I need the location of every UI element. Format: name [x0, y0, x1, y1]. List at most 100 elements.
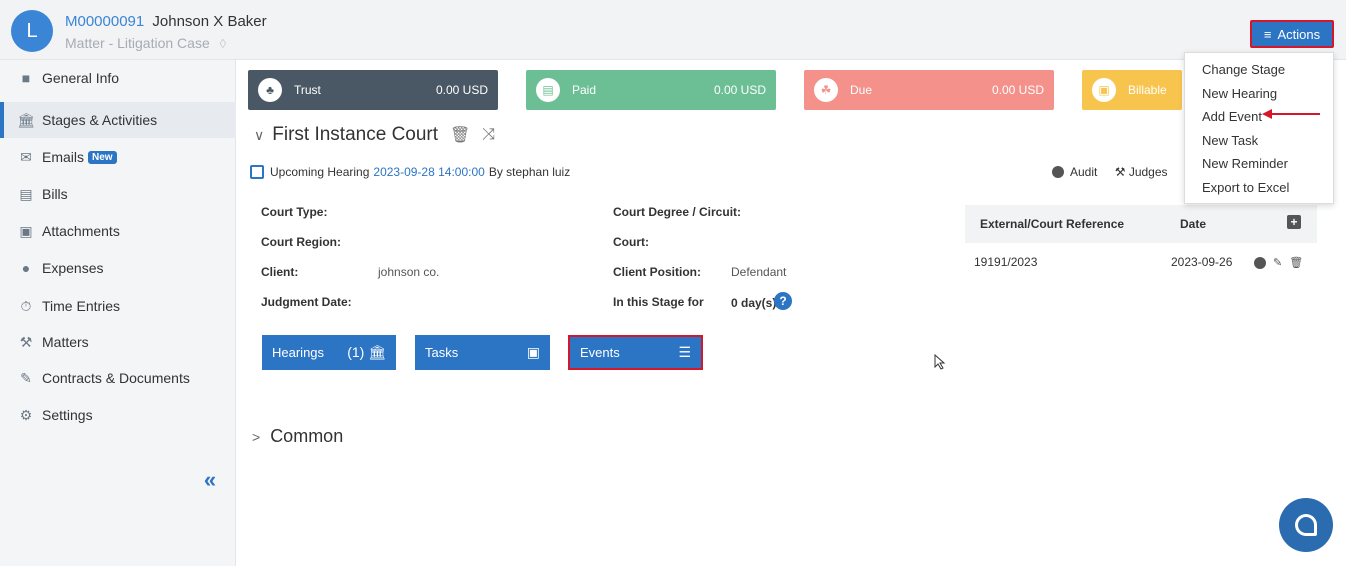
gavel-icon: ⚒ [1114, 165, 1126, 179]
hearing-date-link[interactable]: 2023-09-28 14:00:00 [373, 165, 484, 179]
sidebar-item-label: Stages & Activities [42, 112, 158, 128]
court-degree-label: Court Degree / Circuit: [613, 205, 742, 219]
trust-label: Trust [294, 83, 321, 97]
judgment-date-label: Judgment Date: [261, 295, 352, 309]
menu-item-new-task[interactable]: New Task [1202, 133, 1258, 148]
actions-dropdown-menu: Change Stage New Hearing Add Event New T… [1184, 52, 1334, 204]
matter-name: Johnson X Baker [152, 13, 267, 30]
billable-card[interactable]: ▣ Billable [1082, 70, 1182, 110]
events-button[interactable]: Events ☰ [568, 335, 703, 370]
sidebar-item-stages-activities[interactable]: 🏛 Stages & Activities [0, 102, 236, 138]
tasks-button[interactable]: Tasks ▣ [415, 335, 550, 370]
matter-id[interactable]: M00000091 [65, 13, 144, 30]
trash-icon[interactable]: 🗑 [450, 125, 470, 145]
collapse-sidebar-button[interactable]: « [196, 466, 224, 494]
sidebar-item-label: Contracts & Documents [42, 370, 190, 386]
shuffle-icon[interactable]: ⤨ [482, 126, 495, 144]
sidebar-item-matters[interactable]: ⚒ Matters [0, 324, 236, 360]
add-reference-icon[interactable]: + [1287, 215, 1301, 229]
info-icon [1052, 166, 1064, 178]
sidebar-item-expenses[interactable]: ● Expenses [0, 250, 236, 286]
sidebar-item-label: Bills [42, 186, 68, 202]
audit-link[interactable]: Audit [1070, 165, 1097, 179]
in-stage-value: 0 day(s) [731, 296, 777, 310]
matter-header: L M00000091 Johnson X Baker Matter - Lit… [0, 0, 1346, 60]
judges-link[interactable]: Judges [1129, 165, 1168, 179]
calendar-star-icon: ▣ [526, 344, 540, 360]
comment-icon[interactable] [1254, 256, 1266, 269]
paid-label: Paid [572, 83, 597, 97]
common-label: Common [270, 426, 344, 446]
chat-icon [1295, 514, 1317, 536]
sidebar-item-label: Emails [42, 149, 85, 165]
paid-amount: 0.00 USD [713, 83, 766, 97]
gear-icon: ⚙ [19, 406, 33, 423]
clipboard-icon: ☰ [678, 344, 691, 360]
court-region-label: Court Region: [261, 235, 341, 249]
stage-title: First Instance Court [272, 124, 439, 145]
chevron-down-icon[interactable]: ∨ [254, 127, 264, 144]
stopwatch-icon: ⏱ [20, 297, 32, 314]
sidebar-item-general-info[interactable]: ■ General Info [0, 60, 236, 96]
menu-item-new-hearing[interactable]: New Hearing [1202, 86, 1277, 101]
client-label: Client: [261, 265, 299, 279]
actions-label: Actions [1277, 26, 1321, 42]
menu-item-add-event[interactable]: Add Event [1202, 109, 1262, 124]
coin-icon: ● [21, 260, 31, 276]
due-label: Due [850, 83, 873, 97]
menu-item-change-stage[interactable]: Change Stage [1202, 62, 1285, 77]
new-badge: New [88, 150, 117, 164]
sidebar-item-label: Matters [42, 334, 89, 350]
sidebar-item-bills[interactable]: ▤ Bills [0, 176, 236, 212]
document-edit-icon: ✎ [20, 369, 32, 386]
hearings-button[interactable]: Hearings (1) 🏛 [262, 335, 396, 370]
due-card[interactable]: ☘ Due 0.00 USD [804, 70, 1054, 110]
red-arrow-annotation [1262, 109, 1320, 119]
in-stage-label: In this Stage for [613, 295, 704, 309]
references-table-header: External/Court Reference Date [965, 205, 1317, 243]
client-position-label: Client Position: [613, 265, 701, 279]
sidebar-item-label: Settings [42, 407, 93, 423]
client-value: johnson co. [378, 265, 440, 279]
billable-label: Billable [1128, 83, 1167, 97]
tasks-label: Tasks [425, 345, 459, 360]
sidebar-item-time-entries[interactable]: ⏱ Time Entries [0, 288, 236, 324]
matter-type: Matter - Litigation Case ◊ [65, 35, 226, 51]
tag-icon[interactable]: ◊ [220, 36, 226, 51]
sidebar-item-label: Time Entries [42, 298, 121, 314]
sidebar-item-contracts-documents[interactable]: ✎ Contracts & Documents [0, 360, 236, 396]
menu-item-export-excel[interactable]: Export to Excel [1202, 180, 1289, 195]
client-position-value: Defendant [731, 265, 787, 279]
matter-type-label: Matter - Litigation Case [65, 35, 210, 51]
sidebar-item-settings[interactable]: ⚙ Settings [0, 397, 236, 433]
briefcase-icon: ■ [21, 70, 31, 86]
edit-icon[interactable]: ✎ [1273, 256, 1282, 269]
trust-amount: 0.00 USD [435, 83, 488, 97]
hearings-label: Hearings [272, 345, 325, 360]
due-amount: 0.00 USD [991, 83, 1044, 97]
due-icon: ☘ [814, 78, 838, 102]
trust-card[interactable]: ♣ Trust 0.00 USD [248, 70, 498, 110]
audit-judges-bar: Audit ⚒ Judges [1052, 165, 1168, 179]
common-section[interactable]: > Common [252, 426, 343, 447]
menu-item-new-reminder[interactable]: New Reminder [1202, 156, 1288, 171]
col-date: Date [1180, 217, 1207, 231]
court-label: Court: [613, 235, 649, 249]
sidebar-item-emails[interactable]: ✉ Emails New [0, 139, 236, 175]
help-icon[interactable]: ? [774, 292, 792, 310]
col-reference: External/Court Reference [980, 217, 1125, 231]
chat-support-button[interactable] [1279, 498, 1333, 552]
sidebar-item-attachments[interactable]: ▣ Attachments [0, 213, 236, 249]
paid-card[interactable]: ▤ Paid 0.00 USD [526, 70, 776, 110]
actions-button[interactable]: ≡ Actions [1250, 20, 1334, 48]
court-type-label: Court Type: [261, 205, 328, 219]
trust-icon: ♣ [258, 78, 282, 102]
stage-header: ∨ First Instance Court 🗑 ⤨ [254, 124, 495, 146]
envelope-icon: ✉ [20, 148, 32, 165]
sliders-icon: ≡ [1263, 26, 1272, 42]
sidebar-item-label: Expenses [42, 260, 104, 276]
matter-title: M00000091 Johnson X Baker [65, 13, 267, 30]
trash-icon[interactable]: 🗑 [1289, 256, 1303, 269]
bank-icon: 🏛 [368, 344, 386, 360]
row-actions: ✎ 🗑 [1254, 256, 1303, 269]
